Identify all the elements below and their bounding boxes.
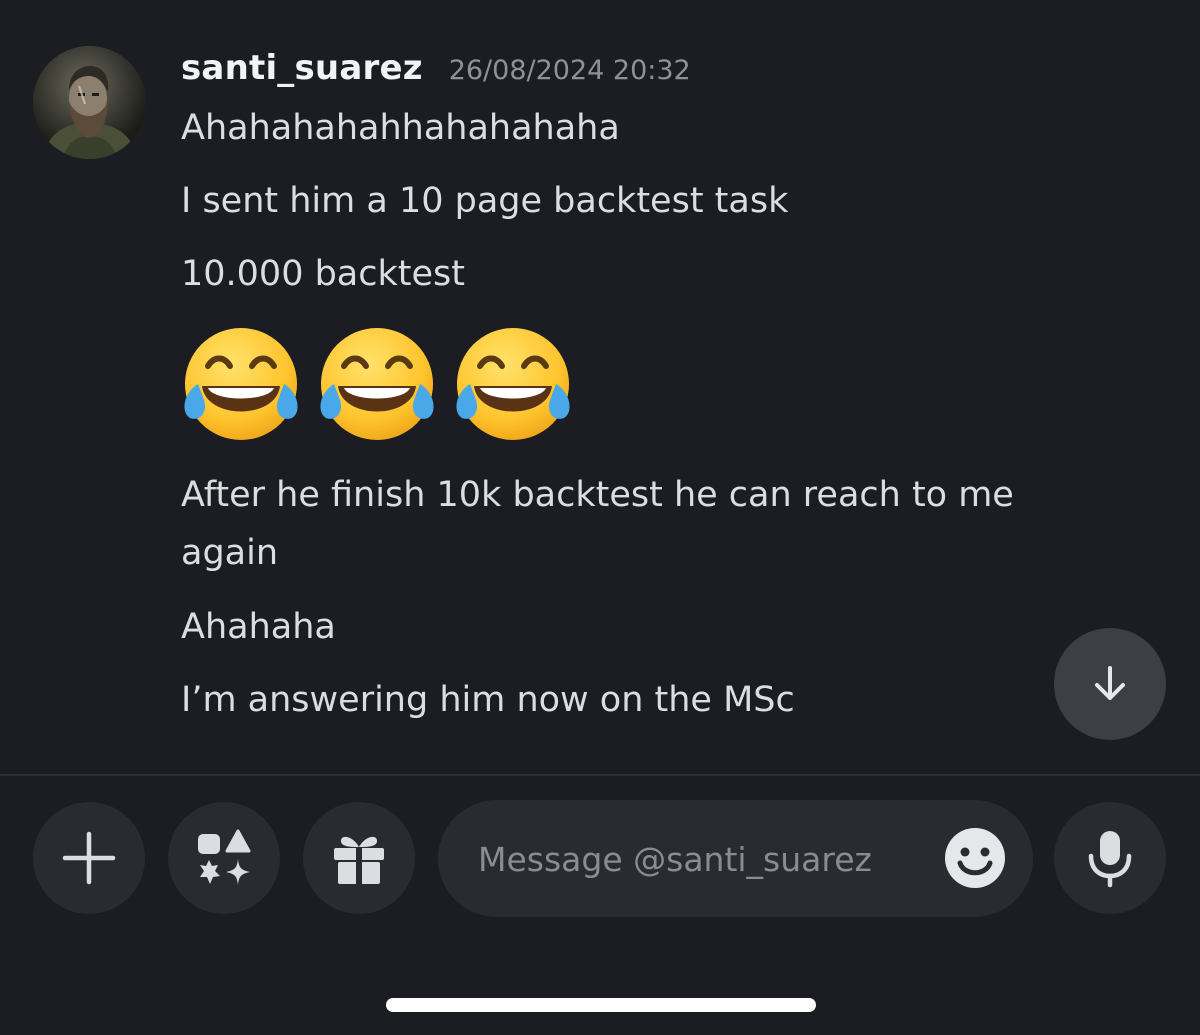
gift-button[interactable] <box>303 802 415 914</box>
gift-icon <box>334 836 384 884</box>
message-line: I sent him a 10 page backtest task <box>181 181 789 221</box>
message-line: Ahahaha <box>181 607 336 647</box>
emoji-icon[interactable] <box>943 826 1007 890</box>
message-header: santi_suarez 26/08/2024 20:32 <box>181 48 691 92</box>
face-with-tears-of-joy-emoji <box>456 328 570 440</box>
message-input[interactable] <box>478 830 932 888</box>
avatar[interactable] <box>33 46 146 159</box>
face-with-tears-of-joy-emoji <box>184 328 298 440</box>
divider <box>0 774 1200 776</box>
apps-button[interactable] <box>168 802 280 914</box>
face-with-tears-of-joy-emoji <box>320 328 434 440</box>
message-line: After he finish 10k backtest he can reac… <box>181 475 1014 573</box>
message-line: 10.000 backtest <box>181 254 465 294</box>
voice-message-button[interactable] <box>1054 802 1166 914</box>
message-line: I’m answering him now on the MSc <box>181 680 795 720</box>
home-indicator[interactable] <box>386 998 816 1012</box>
timestamp: 26/08/2024 20:32 <box>448 55 691 86</box>
plus-icon <box>62 831 116 885</box>
username[interactable]: santi_suarez <box>181 48 423 88</box>
microphone-icon <box>1088 831 1132 888</box>
message-line: Ahahahahahhahahahaha <box>181 108 620 148</box>
scroll-to-bottom-button[interactable] <box>1054 628 1166 740</box>
attach-button[interactable] <box>33 802 145 914</box>
arrow-down-icon <box>1095 666 1125 700</box>
message-input-container[interactable] <box>438 800 1033 917</box>
message-group: santi_suarez 26/08/2024 20:32 Ahahahahah… <box>0 0 1200 775</box>
emoji-message <box>178 322 576 448</box>
apps-icon <box>198 829 251 885</box>
